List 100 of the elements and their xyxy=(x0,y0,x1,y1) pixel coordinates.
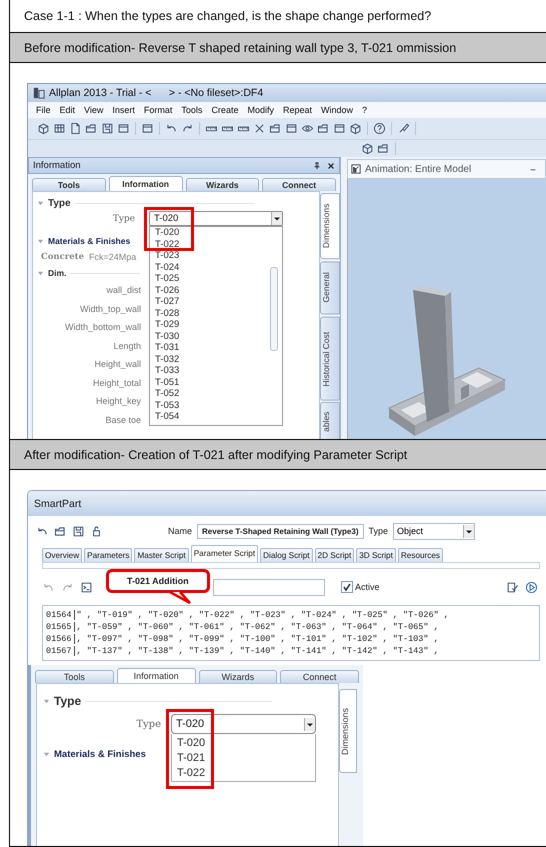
dropdown-option[interactable]: T-027 xyxy=(155,296,180,308)
window-title: Allplan 2013 - Trial - < > - <No fileset>:DF4 xyxy=(49,87,264,99)
brush-icon[interactable] xyxy=(397,122,410,135)
section-heading: Type xyxy=(54,694,82,708)
script-icon[interactable] xyxy=(80,580,93,594)
dropdown-option[interactable]: T-031 xyxy=(155,342,180,354)
page-icon[interactable] xyxy=(69,122,82,135)
editor-tab[interactable]: 2D Script xyxy=(314,548,354,562)
field-label: Name xyxy=(168,526,192,536)
menu-item[interactable]: Format xyxy=(144,105,172,115)
menu-item[interactable]: Tools xyxy=(181,105,202,115)
dropdown-option[interactable]: T-026 xyxy=(155,284,180,296)
panel-tab[interactable]: Information xyxy=(108,176,182,191)
panel-tab[interactable]: Connect xyxy=(280,670,359,683)
dropdown-option[interactable]: T-030 xyxy=(155,330,180,342)
dropdown-option[interactable]: T-025 xyxy=(155,273,180,284)
window-icon[interactable] xyxy=(141,122,154,135)
editor-tab[interactable]: Parameter Script xyxy=(190,545,258,562)
panel-tab[interactable]: Wizards xyxy=(186,178,260,191)
section-heading: Type xyxy=(48,198,71,208)
editor-tab[interactable]: Parameters xyxy=(84,548,132,562)
folder-icon[interactable] xyxy=(85,122,98,135)
dropdown-option[interactable]: T-051 xyxy=(155,376,180,388)
dropdown-option[interactable]: T-028 xyxy=(155,308,180,319)
dropdown-option[interactable]: T-022 xyxy=(155,238,180,250)
name-field[interactable]: Reverse T-Shaped Retaining Wall (Type3) xyxy=(197,524,364,538)
field-value: Fck=24Mpa xyxy=(89,252,136,262)
checkbox-label[interactable]: Active xyxy=(355,582,380,592)
dropdown-option[interactable]: T-052 xyxy=(155,388,180,400)
panel-tab[interactable]: Information xyxy=(116,668,196,683)
pin-icon[interactable] xyxy=(313,162,321,170)
side-tab[interactable]: Dimensions xyxy=(339,689,357,773)
dropdown-option[interactable]: T-020 xyxy=(155,227,180,238)
side-tab[interactable]: General xyxy=(320,261,340,315)
menu-item[interactable]: Modify xyxy=(247,105,274,115)
menu-item[interactable]: Window xyxy=(321,105,354,115)
caret-icon[interactable] xyxy=(463,524,474,538)
dropdown-option[interactable]: T-029 xyxy=(155,319,180,330)
menu-item[interactable]: Insert xyxy=(112,105,135,115)
help-icon[interactable] xyxy=(373,122,386,135)
field-label: Length xyxy=(112,340,142,353)
editor-tab[interactable]: Master Script xyxy=(134,548,189,562)
folder-icon[interactable] xyxy=(317,122,330,135)
panel-tab[interactable]: Connect xyxy=(262,178,336,191)
dropdown-option[interactable]: T-022 xyxy=(177,766,206,781)
window-icon[interactable] xyxy=(285,122,298,135)
panel-title: Information xyxy=(33,160,82,171)
menu-item[interactable]: File xyxy=(36,105,51,115)
dropdown-option[interactable]: T-024 xyxy=(155,262,180,273)
dropdown-option[interactable]: T-023 xyxy=(155,250,180,262)
menu-item[interactable]: Repeat xyxy=(282,105,312,115)
cube-icon[interactable] xyxy=(37,122,50,135)
panel-tab[interactable]: Tools xyxy=(35,670,114,683)
side-tab[interactable]: ables xyxy=(320,402,340,439)
field-label: Base toe xyxy=(104,414,142,426)
menu-item[interactable]: View xyxy=(84,105,104,115)
cube-icon[interactable] xyxy=(349,122,362,135)
highlight-frame xyxy=(144,207,194,251)
dropdown-option[interactable]: T-021 xyxy=(177,751,206,766)
section-heading: Materials & Finishes xyxy=(54,748,146,760)
search-field[interactable] xyxy=(213,578,325,596)
scrollbar-thumb[interactable] xyxy=(270,267,278,351)
menu-item[interactable]: Create xyxy=(211,105,238,115)
type-dropdown[interactable]: T-020 xyxy=(171,714,316,734)
menu-item[interactable]: Edit xyxy=(60,105,76,115)
window-title: SmartPart xyxy=(34,498,82,510)
panel-tab[interactable]: Wizards xyxy=(198,670,278,683)
play-icon[interactable] xyxy=(525,580,538,594)
folder-icon[interactable] xyxy=(269,122,282,135)
cube-icon[interactable] xyxy=(361,142,374,155)
side-tab[interactable]: Dimensions xyxy=(320,193,340,260)
code-line: " , "T-019" , "T-020" , "T-022" , "T-023" , "T-024" , "T-025" , "T-026" , xyxy=(76,610,449,620)
side-tab[interactable]: Historical Cost xyxy=(320,316,340,400)
menu-item[interactable]: ? xyxy=(362,105,368,115)
lock-icon[interactable] xyxy=(90,524,103,538)
dropdown-option[interactable]: T-033 xyxy=(155,365,180,376)
editor-tab[interactable]: 3D Script xyxy=(356,548,396,562)
folder-icon[interactable] xyxy=(377,142,390,155)
dropdown-option[interactable]: T-053 xyxy=(155,400,180,411)
type-dropdown[interactable]: Object xyxy=(393,522,476,540)
window-icon[interactable] xyxy=(333,122,346,135)
checkbox[interactable] xyxy=(341,581,353,593)
grid-icon[interactable] xyxy=(53,122,66,135)
checklist-icon[interactable] xyxy=(506,580,519,594)
window-icon[interactable] xyxy=(117,122,130,135)
field-label: Height_key xyxy=(94,395,142,408)
type-dropdown[interactable]: T-020 xyxy=(149,211,283,226)
dropdown-option[interactable]: T-020 xyxy=(177,736,206,751)
panel-tab[interactable]: Tools xyxy=(32,178,106,191)
cross-icon[interactable] xyxy=(253,122,266,135)
editor-tab[interactable]: Dialog Script xyxy=(260,548,313,562)
code-editor[interactable] xyxy=(42,605,540,661)
caret-icon[interactable] xyxy=(271,212,282,225)
folder-icon[interactable] xyxy=(54,524,67,538)
editor-tab[interactable]: Resources xyxy=(398,548,444,562)
close-icon[interactable] xyxy=(327,162,335,170)
editor-tab[interactable]: Overview xyxy=(42,548,82,562)
caret-icon[interactable] xyxy=(304,718,315,730)
dropdown-option[interactable]: T-032 xyxy=(155,354,180,365)
dropdown-option[interactable]: T-054 xyxy=(155,411,180,422)
